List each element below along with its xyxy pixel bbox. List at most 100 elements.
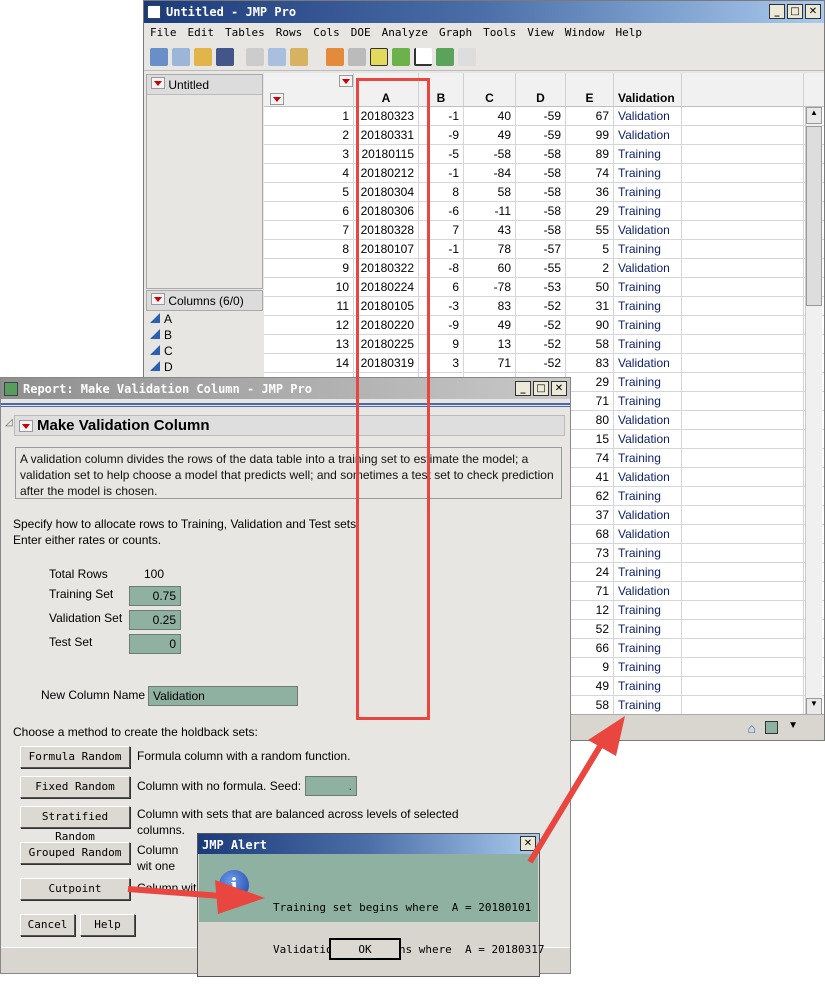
cell-validation[interactable]: Training xyxy=(614,183,682,202)
ok-button[interactable]: OK xyxy=(329,938,401,960)
cell-validation[interactable]: Training xyxy=(614,335,682,354)
cell-validation[interactable]: Training xyxy=(614,145,682,164)
cell-c[interactable]: 78 xyxy=(464,240,516,259)
empty-cell[interactable] xyxy=(682,487,804,506)
graph-builder-icon[interactable] xyxy=(370,48,388,66)
menu-graph[interactable]: Graph xyxy=(439,26,472,40)
cell-e[interactable]: 89 xyxy=(566,145,614,164)
cell-b[interactable]: 6 xyxy=(419,278,464,297)
cell-e[interactable]: 49 xyxy=(566,677,614,696)
cell-e[interactable]: 52 xyxy=(566,620,614,639)
empty-cell[interactable] xyxy=(682,411,804,430)
column-header-d[interactable]: D xyxy=(516,73,566,107)
row-number[interactable]: 1 xyxy=(264,107,354,126)
cell-d[interactable]: -58 xyxy=(516,164,566,183)
cell-c[interactable]: 60 xyxy=(464,259,516,278)
cell-a[interactable]: 20180212 xyxy=(354,164,419,183)
cell-e[interactable]: 50 xyxy=(566,278,614,297)
cell-b[interactable]: -3 xyxy=(419,297,464,316)
cell-c[interactable]: 49 xyxy=(464,316,516,335)
red-triangle-menu[interactable] xyxy=(339,75,353,87)
empty-cell[interactable] xyxy=(682,145,804,164)
cell-e[interactable]: 74 xyxy=(566,449,614,468)
cell-validation[interactable]: Training xyxy=(614,164,682,183)
help-button[interactable]: Help xyxy=(80,914,135,936)
cell-validation[interactable]: Validation xyxy=(614,506,682,525)
cell-validation[interactable]: Training xyxy=(614,563,682,582)
empty-cell[interactable] xyxy=(682,582,804,601)
cell-c[interactable]: -58 xyxy=(464,145,516,164)
column-header-validation[interactable]: Validation xyxy=(614,73,682,107)
menu-window[interactable]: Window xyxy=(565,26,605,40)
cell-d[interactable]: -52 xyxy=(516,316,566,335)
column-list-item[interactable]: A xyxy=(146,311,263,327)
red-triangle-menu[interactable] xyxy=(151,293,165,305)
formula-random-button[interactable]: Formula Random xyxy=(20,746,130,768)
menu-view[interactable]: View xyxy=(527,26,554,40)
cell-e[interactable]: 37 xyxy=(566,506,614,525)
row-number[interactable]: 12 xyxy=(264,316,354,335)
calculator-icon[interactable] xyxy=(348,48,366,66)
empty-cell[interactable] xyxy=(682,506,804,525)
empty-cell[interactable] xyxy=(682,316,804,335)
cell-e[interactable]: 9 xyxy=(566,658,614,677)
cell-validation[interactable]: Training xyxy=(614,449,682,468)
cell-validation[interactable]: Training xyxy=(614,639,682,658)
test-set-input[interactable]: 0 xyxy=(129,634,181,654)
cell-e[interactable]: 80 xyxy=(566,411,614,430)
cell-a[interactable]: 20180225 xyxy=(354,335,419,354)
empty-cell[interactable] xyxy=(682,335,804,354)
cell-validation[interactable]: Training xyxy=(614,544,682,563)
empty-cell[interactable] xyxy=(682,202,804,221)
empty-cell[interactable] xyxy=(682,278,804,297)
vertical-scrollbar[interactable]: ▲ ▼ xyxy=(805,107,822,715)
cell-a[interactable]: 20180306 xyxy=(354,202,419,221)
column-list-item[interactable]: B xyxy=(146,327,263,343)
cell-c[interactable]: -78 xyxy=(464,278,516,297)
data-grid-icon[interactable] xyxy=(326,48,344,66)
cell-b[interactable]: -1 xyxy=(419,107,464,126)
column-header-c[interactable]: C xyxy=(464,73,516,107)
cell-validation[interactable]: Training xyxy=(614,696,682,714)
training-set-input[interactable]: 0.75 xyxy=(129,586,181,606)
cell-e[interactable]: 24 xyxy=(566,563,614,582)
cell-validation[interactable]: Validation xyxy=(614,259,682,278)
cell-c[interactable]: 13 xyxy=(464,335,516,354)
copy-icon[interactable] xyxy=(268,48,286,66)
cell-d[interactable]: -53 xyxy=(516,278,566,297)
cell-a[interactable]: 20180224 xyxy=(354,278,419,297)
empty-cell[interactable] xyxy=(682,354,804,373)
row-number[interactable]: 10 xyxy=(264,278,354,297)
save-icon[interactable] xyxy=(216,48,234,66)
new-table-icon[interactable] xyxy=(150,48,168,66)
empty-cell[interactable] xyxy=(682,449,804,468)
open-icon[interactable] xyxy=(194,48,212,66)
empty-cell[interactable] xyxy=(682,639,804,658)
cell-c[interactable]: -11 xyxy=(464,202,516,221)
cell-c[interactable]: 58 xyxy=(464,183,516,202)
cell-e[interactable]: 2 xyxy=(566,259,614,278)
cell-d[interactable]: -52 xyxy=(516,297,566,316)
cell-c[interactable]: 40 xyxy=(464,107,516,126)
cell-validation[interactable]: Training xyxy=(614,620,682,639)
red-triangle-menu[interactable] xyxy=(151,77,165,89)
empty-cell[interactable] xyxy=(682,126,804,145)
cell-validation[interactable]: Validation xyxy=(614,221,682,240)
row-number[interactable]: 2 xyxy=(264,126,354,145)
cell-a[interactable]: 20180328 xyxy=(354,221,419,240)
cell-d[interactable]: -58 xyxy=(516,202,566,221)
empty-cell[interactable] xyxy=(682,563,804,582)
minimize-button[interactable]: _ xyxy=(515,381,531,396)
paste-icon[interactable] xyxy=(290,48,308,66)
seed-input[interactable]: . xyxy=(305,776,357,796)
cell-e[interactable]: 83 xyxy=(566,354,614,373)
cell-d[interactable]: -58 xyxy=(516,145,566,164)
edit-script-icon[interactable] xyxy=(458,48,476,66)
cell-d[interactable]: -57 xyxy=(516,240,566,259)
cell-validation[interactable]: Validation xyxy=(614,525,682,544)
empty-cell[interactable] xyxy=(682,107,804,126)
menu-analyze[interactable]: Analyze xyxy=(382,26,428,40)
cell-c[interactable]: 49 xyxy=(464,126,516,145)
new-script-icon[interactable] xyxy=(172,48,190,66)
cell-b[interactable]: -8 xyxy=(419,259,464,278)
